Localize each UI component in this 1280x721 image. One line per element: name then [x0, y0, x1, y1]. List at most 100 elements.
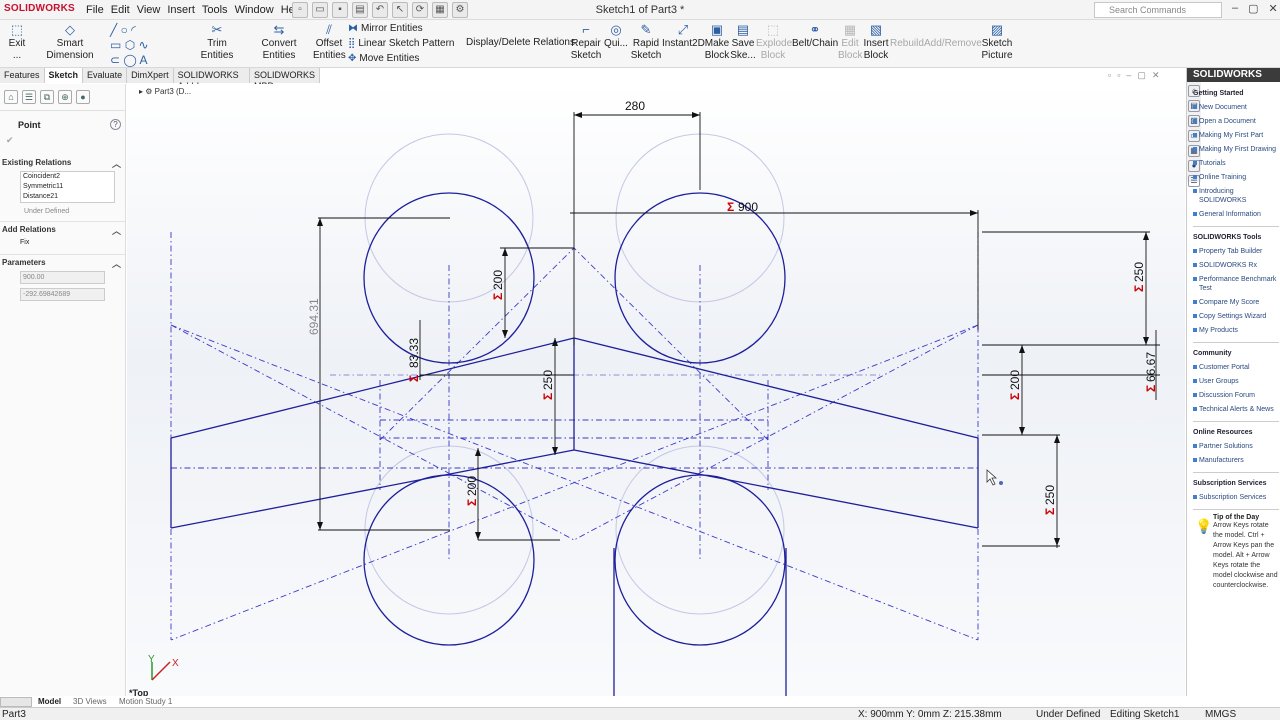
tile-icon[interactable]: ▫	[1108, 70, 1111, 81]
mirror-entities-button[interactable]: ⧓ Mirror Entities	[348, 23, 423, 34]
x-coordinate-field[interactable]: 900.00	[20, 271, 105, 284]
explode-block-button[interactable]: ⬚ Explode Block	[756, 23, 792, 62]
text-icon[interactable]: A	[140, 53, 148, 67]
graphics-area[interactable]: ▸ ⚙ Part3 (D... 280 Σ 900 200 Σ 83.33 Σ …	[127, 84, 1185, 696]
rectangle-icon[interactable]: ▭	[110, 38, 121, 52]
tab-dimxpert[interactable]: DimXpert	[127, 68, 174, 83]
property-manager-icon[interactable]: ☰	[22, 90, 36, 104]
viewport-minimize-icon[interactable]: –	[1126, 70, 1131, 81]
arc-icon[interactable]: ◜	[131, 23, 136, 37]
quick-snaps-button[interactable]: ◎ Qui...	[604, 23, 628, 50]
link-technical-alerts[interactable]: Technical Alerts & News	[1193, 405, 1279, 414]
print-icon[interactable]: ▤	[352, 2, 368, 18]
existing-relations-list[interactable]: Coincident2 Symmetric11 Distance21	[20, 171, 115, 203]
new-document-icon[interactable]: ▫	[292, 2, 308, 18]
smart-dimension-button[interactable]: ◇ Smart Dimension	[34, 23, 106, 62]
select-icon[interactable]: ↖	[392, 2, 408, 18]
menu-insert[interactable]: Insert	[167, 4, 195, 16]
tab-motion-study[interactable]: Motion Study 1	[119, 697, 172, 706]
polygon-icon[interactable]: ⬡	[125, 38, 135, 52]
dimension-900[interactable]: 900	[738, 200, 758, 214]
move-entities-button[interactable]: ✥ Move Entities	[348, 53, 419, 64]
menu-tools[interactable]: Tools	[202, 4, 228, 16]
viewport-close-icon[interactable]: ✕	[1152, 70, 1160, 81]
dimension-83-33[interactable]: 83.33	[407, 338, 421, 368]
link-compare-score[interactable]: Compare My Score	[1193, 298, 1279, 307]
link-copy-settings[interactable]: Copy Settings Wizard	[1193, 312, 1279, 321]
link-my-products[interactable]: My Products	[1193, 326, 1279, 335]
parameters-header[interactable]: Parameters ︿	[0, 254, 125, 269]
link-property-tab-builder[interactable]: Property Tab Builder	[1193, 247, 1279, 256]
options-gear-icon[interactable]: ⚙	[452, 2, 468, 18]
link-benchmark[interactable]: Performance Benchmark Test	[1193, 275, 1279, 293]
link-subscription-services[interactable]: Subscription Services	[1193, 493, 1279, 502]
add-relations-header[interactable]: Add Relations ︿	[0, 221, 125, 236]
link-discussion-forum[interactable]: Discussion Forum	[1193, 391, 1279, 400]
link-customer-portal[interactable]: Customer Portal	[1193, 363, 1279, 372]
dimension-250-center[interactable]: 250	[541, 370, 555, 390]
linear-sketch-pattern-button[interactable]: ⣿ Linear Sketch Pattern	[348, 38, 455, 49]
minimize-icon[interactable]: –	[1232, 2, 1238, 15]
restore-icon[interactable]: ▢	[1248, 2, 1258, 15]
ok-check-icon[interactable]: ✔	[6, 135, 14, 146]
link-user-groups[interactable]: User Groups	[1193, 377, 1279, 386]
link-partner-solutions[interactable]: Partner Solutions	[1193, 442, 1279, 451]
add-remove-button[interactable]: Add/Remove	[924, 23, 982, 50]
link-manufacturers[interactable]: Manufacturers	[1193, 456, 1279, 465]
feature-manager-icon[interactable]: ⌂	[4, 90, 18, 104]
dimension-66-67[interactable]: 66.67	[1144, 352, 1158, 382]
menu-file[interactable]: File	[86, 4, 104, 16]
save-icon[interactable]: ▪	[332, 2, 348, 18]
dimension-280[interactable]: 280	[625, 99, 645, 113]
tab-addins[interactable]: SOLIDWORKS Add-Ins	[173, 68, 250, 91]
tab-features[interactable]: Features	[0, 68, 45, 83]
line-icon[interactable]: ╱	[110, 23, 117, 37]
trim-entities-button[interactable]: ✂ Trim Entities	[190, 23, 244, 62]
dimension-200-top[interactable]: 200	[491, 270, 505, 290]
close-icon[interactable]: ✕	[1269, 2, 1278, 15]
belt-chain-button[interactable]: ⚭ Belt/Chain	[792, 23, 838, 50]
cascade-icon[interactable]: ▫	[1117, 70, 1120, 81]
dimxpert-manager-icon[interactable]: ⊕	[58, 90, 72, 104]
sketch-picture-button[interactable]: ▨ Sketch Picture	[980, 23, 1014, 62]
dimension-250-right-bottom[interactable]: 250	[1043, 485, 1057, 505]
search-input[interactable]: Search Commands	[1094, 2, 1222, 18]
spline-icon[interactable]: ∿	[139, 38, 149, 52]
link-introducing[interactable]: Introducing SOLIDWORKS	[1193, 187, 1279, 205]
circle-icon[interactable]: ○	[121, 23, 128, 37]
fix-relation-button[interactable]: Fix	[20, 239, 125, 246]
link-open-document[interactable]: Open a Document	[1193, 117, 1279, 126]
dimension-200-bottom[interactable]: 200	[465, 476, 479, 496]
make-block-button[interactable]: ▣ Make Block	[704, 23, 730, 62]
units-selector[interactable]: MMGS	[1205, 708, 1236, 721]
tab-model[interactable]: Model	[38, 697, 61, 706]
list-item[interactable]: Distance21	[23, 192, 114, 202]
open-icon[interactable]: ▭	[312, 2, 328, 18]
link-new-document[interactable]: New Document	[1193, 103, 1279, 112]
rebuild-icon[interactable]: ⟳	[412, 2, 428, 18]
offset-entities-button[interactable]: ⫽ Offset Entities	[313, 23, 346, 62]
save-sketch-button[interactable]: ▤ Save Ske...	[730, 23, 756, 62]
rapid-sketch-button[interactable]: ✎ Rapid Sketch	[630, 23, 662, 62]
dimension-694-31-driven[interactable]: 694.31	[307, 298, 321, 335]
link-solidworks-rx[interactable]: SOLIDWORKS Rx	[1193, 261, 1279, 270]
tab-scroll-icon[interactable]	[0, 697, 32, 707]
existing-relations-header[interactable]: Existing Relations ︿	[0, 155, 125, 169]
exit-sketch-button[interactable]: ⬚ Exit ...	[4, 23, 30, 62]
undo-icon[interactable]: ↶	[372, 2, 388, 18]
dimension-200-right[interactable]: 200	[1008, 370, 1022, 390]
menu-edit[interactable]: Edit	[111, 4, 130, 16]
edit-block-button[interactable]: ▦ Edit Block	[838, 23, 862, 62]
insert-block-button[interactable]: ▧ Insert Block	[862, 23, 890, 62]
viewport-restore-icon[interactable]: ▢	[1137, 70, 1146, 81]
link-online-training[interactable]: Online Training	[1193, 173, 1279, 182]
y-coordinate-field[interactable]: -292.69842689	[20, 288, 105, 301]
configuration-manager-icon[interactable]: ⧉	[40, 90, 54, 104]
tab-sketch[interactable]: Sketch	[44, 68, 84, 83]
link-first-drawing[interactable]: Making My First Drawing	[1193, 145, 1279, 154]
rebuild-button[interactable]: Rebuild	[890, 23, 924, 50]
instant2d-button[interactable]: ⤢ Instant2D	[662, 23, 705, 50]
menu-view[interactable]: View	[137, 4, 161, 16]
list-item[interactable]: Symmetric11	[23, 182, 114, 192]
ellipse-icon[interactable]: ◯	[123, 53, 136, 67]
